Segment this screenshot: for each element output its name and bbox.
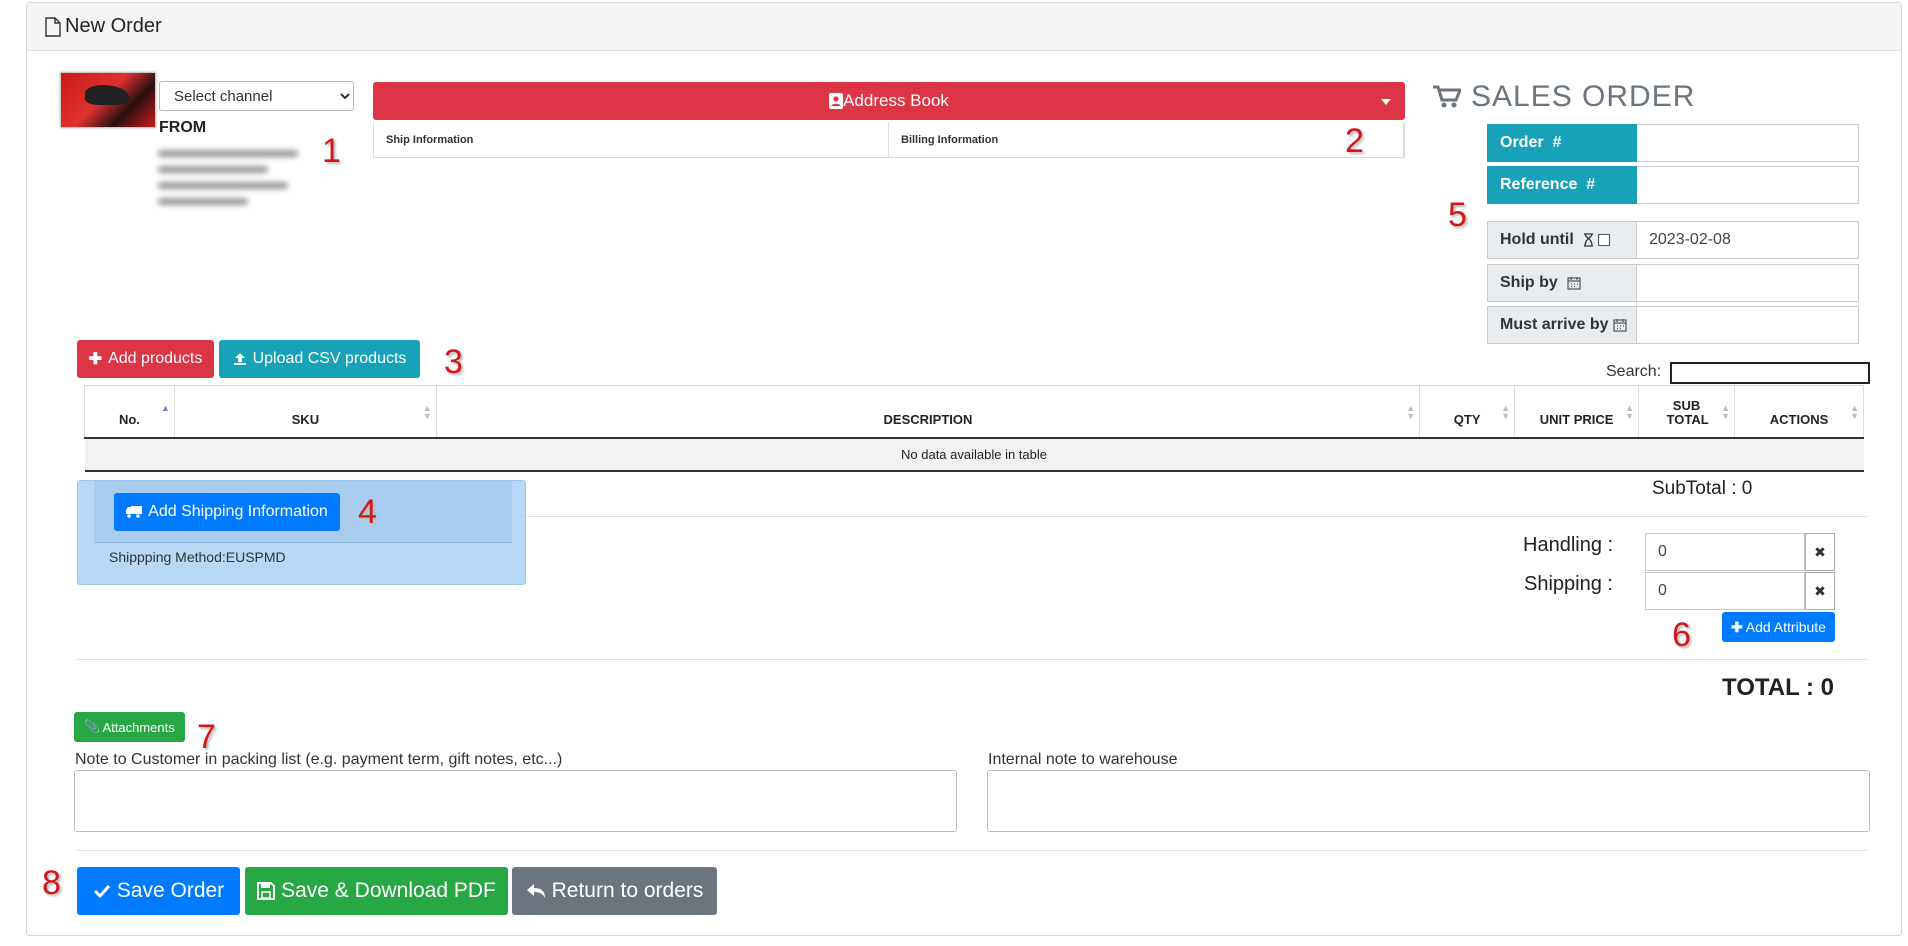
return-to-orders-button[interactable]: Return to orders — [512, 867, 717, 915]
from-label: FROM — [159, 119, 207, 136]
file-icon — [45, 16, 61, 37]
from-address-redacted — [158, 150, 298, 220]
sort-icon: ▲ ▼ — [1501, 403, 1511, 421]
ship-by-field: Ship by — [1487, 264, 1859, 302]
sort-icon: ▲ ▼ — [1850, 403, 1859, 421]
hold-until-input[interactable]: 2023-02-08 — [1637, 221, 1859, 259]
address-book-button[interactable]: Address Book — [373, 82, 1405, 120]
column-header-unit-price[interactable]: UNIT PRICE ▲ ▼ — [1514, 385, 1640, 439]
column-header-qty[interactable]: QTY ▲ ▼ — [1419, 385, 1516, 439]
plus-icon: ✚ — [88, 351, 103, 368]
channel-logo — [60, 72, 156, 128]
reference-label: Reference # — [1487, 166, 1637, 204]
save-icon — [257, 882, 276, 900]
divider — [76, 850, 1868, 851]
reference-input[interactable] — [1637, 166, 1859, 204]
sort-icon: ▲ ▼ — [1406, 403, 1416, 421]
shipping-panel: Add Shipping Information 4 Shippping Met… — [77, 480, 526, 585]
customer-note-label: Note to Customer in packing list (e.g. p… — [75, 751, 563, 768]
hold-until-label: Hold until — [1487, 221, 1637, 259]
shipping-input[interactable]: 0 — [1645, 572, 1805, 610]
add-attribute-button[interactable]: ✚ Add Attribute — [1722, 612, 1835, 642]
shopping-cart-icon — [1433, 85, 1461, 108]
column-header-sku[interactable]: SKU ▲ ▼ — [173, 385, 437, 439]
save-order-button[interactable]: Save Order — [77, 867, 240, 915]
shipping-label: Shipping : — [1524, 573, 1613, 595]
ship-by-input[interactable] — [1637, 264, 1859, 302]
annotation-6: 6 — [1672, 616, 1691, 654]
channel-select[interactable]: Select channel — [159, 81, 354, 111]
column-header-no[interactable]: No. ▲ — [84, 385, 175, 439]
clear-handling-icon[interactable]: ✖ — [1805, 533, 1835, 571]
annotation-2: 2 — [1345, 122, 1364, 160]
annotation-5: 5 — [1448, 196, 1467, 234]
ship-by-label: Ship by — [1487, 264, 1637, 302]
shipping-method-text: Shippping Method:EUSPMD — [109, 549, 286, 565]
card-header: New Order — [27, 3, 1901, 51]
annotation-1: 1 — [322, 132, 341, 170]
save-download-pdf-button[interactable]: Save & Download PDF — [245, 867, 508, 915]
check-icon — [93, 884, 110, 898]
hourglass-icon — [1583, 233, 1593, 247]
add-shipping-info-button[interactable]: Add Shipping Information — [114, 493, 340, 531]
must-arrive-by-field: Must arrive by — [1487, 306, 1859, 344]
calendar-icon — [1613, 319, 1627, 332]
must-arrive-by-label: Must arrive by — [1487, 306, 1637, 344]
sales-order-heading: SALES ORDER — [1433, 80, 1695, 114]
sort-icon: ▲ ▼ — [1625, 403, 1635, 421]
hold-checkbox[interactable] — [1597, 234, 1610, 246]
sort-icon: ▲ ▼ — [1721, 403, 1731, 421]
plus-icon: ✚ — [1731, 618, 1743, 635]
must-arrive-by-input[interactable] — [1637, 306, 1859, 344]
hash-icon: # — [1586, 176, 1596, 193]
annotation-4: 4 — [358, 493, 377, 531]
truck-icon — [126, 506, 143, 518]
hash-icon: # — [1552, 134, 1562, 151]
column-header-sub-total[interactable]: SUB TOTAL ▲ ▼ — [1638, 385, 1736, 439]
subtotal-value: SubTotal : 0 — [1652, 478, 1753, 499]
address-book-label: Address Book — [843, 91, 949, 110]
handling-input[interactable]: 0 — [1645, 533, 1805, 571]
hold-until-field: Hold until 2023-02-08 — [1487, 221, 1859, 259]
address-book-icon — [829, 93, 844, 109]
caret-down-icon[interactable] — [1381, 99, 1391, 105]
upload-icon — [233, 353, 246, 365]
warehouse-note-label: Internal note to warehouse — [988, 751, 1178, 768]
products-table: No. ▲ SKU ▲ ▼ DESCRIPTION ▲ ▼ QTY ▲ ▼ UNIT PRIC… — [84, 385, 1864, 472]
reply-icon — [526, 884, 545, 898]
order-number-input[interactable] — [1637, 124, 1859, 162]
calendar-icon — [1567, 277, 1581, 290]
address-tabs: Ship Information Billing Information — [373, 122, 1405, 158]
total-value: TOTAL : 0 — [1722, 674, 1835, 701]
table-search-input[interactable] — [1670, 362, 1870, 384]
attachments-button[interactable]: 📎 Attachments — [74, 712, 185, 742]
paperclip-icon: 📎 — [84, 719, 101, 734]
order-number-field: Order # — [1487, 124, 1859, 162]
search-label: Search: — [1606, 363, 1662, 380]
upload-csv-button[interactable]: Upload CSV products — [219, 340, 420, 378]
sort-asc-icon: ▲ — [161, 403, 170, 413]
column-header-description[interactable]: DESCRIPTION ▲ ▼ — [435, 385, 1421, 439]
annotation-3: 3 — [444, 343, 463, 381]
tab-billing-information[interactable]: Billing Information — [889, 122, 1404, 157]
sort-icon: ▲ ▼ — [422, 403, 432, 421]
order-number-label: Order # — [1487, 124, 1637, 162]
sales-order-title: SALES ORDER — [1471, 80, 1696, 113]
tab-ship-information[interactable]: Ship Information — [374, 122, 889, 157]
handling-label: Handling : — [1523, 534, 1614, 556]
reference-field: Reference # — [1487, 166, 1859, 204]
add-products-button[interactable]: ✚ Add products — [77, 340, 214, 378]
divider — [76, 659, 1868, 660]
customer-note-textarea[interactable] — [74, 770, 957, 832]
empty-table-message: No data available in table — [84, 437, 1864, 472]
clear-shipping-icon[interactable]: ✖ — [1805, 572, 1835, 610]
column-header-actions[interactable]: ACTIONS ▲ ▼ — [1734, 385, 1864, 439]
annotation-8: 8 — [42, 864, 61, 902]
page-title: New Order — [65, 15, 162, 37]
warehouse-note-textarea[interactable] — [987, 770, 1870, 832]
